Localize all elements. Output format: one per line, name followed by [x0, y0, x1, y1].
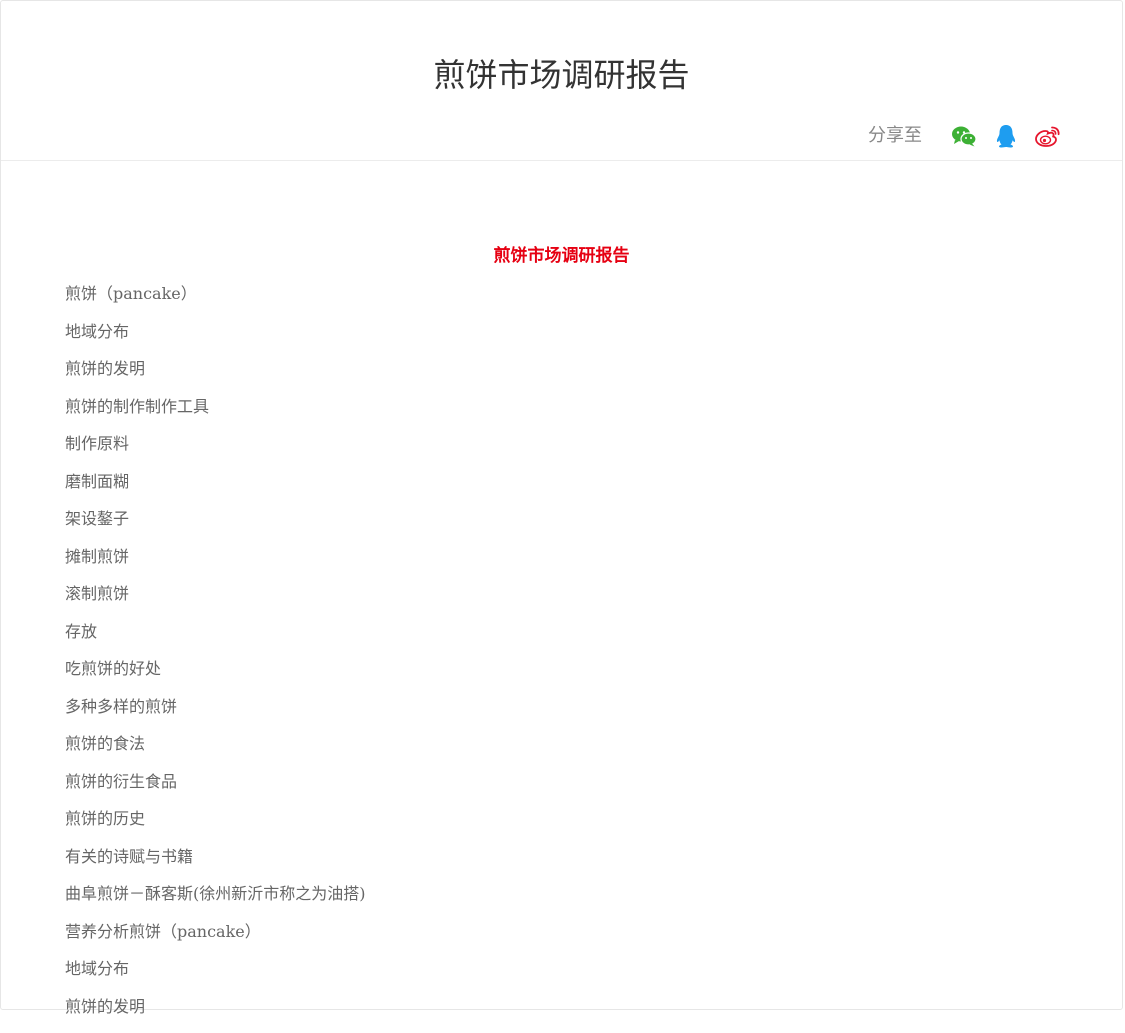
list-item: 煎饼的发明: [65, 358, 366, 396]
list-item: 煎饼的制作制作工具: [65, 396, 366, 434]
list-item: 煎饼（pancake）: [65, 283, 366, 321]
list-item: 有关的诗赋与书籍: [65, 846, 366, 884]
list-item: 地域分布: [65, 958, 366, 996]
list-item: 摊制煎饼: [65, 546, 366, 584]
weibo-share-button[interactable]: [1034, 122, 1062, 150]
table-of-contents: 煎饼（pancake） 地域分布 煎饼的发明 煎饼的制作制作工具 制作原料 磨制…: [65, 283, 366, 1033]
qq-icon: [995, 124, 1017, 148]
share-label: 分享至: [868, 121, 922, 151]
qq-share-button[interactable]: [992, 122, 1020, 150]
list-item: 煎饼的发明: [65, 996, 366, 1033]
weibo-icon: [1035, 125, 1061, 147]
list-item: 磨制面糊: [65, 471, 366, 509]
list-item: 营养分析煎饼（pancake）: [65, 921, 366, 959]
list-item: 架设鏊子: [65, 508, 366, 546]
list-item: 多种多样的煎饼: [65, 696, 366, 734]
wechat-icon: [951, 125, 977, 147]
list-item: 煎饼的食法: [65, 733, 366, 771]
list-item: 地域分布: [65, 321, 366, 359]
list-item: 煎饼的衍生食品: [65, 771, 366, 809]
list-item: 吃煎饼的好处: [65, 658, 366, 696]
list-item: 曲阜煎饼－酥客斯(徐州新沂市称之为油搭): [65, 883, 366, 921]
page-title: 煎饼市场调研报告: [1, 53, 1122, 97]
list-item: 存放: [65, 621, 366, 659]
share-bar: 分享至: [868, 121, 1062, 151]
article-card: 煎饼市场调研报告 分享至: [0, 0, 1123, 1010]
document-title: 煎饼市场调研报告: [1, 245, 1122, 267]
article-header: 煎饼市场调研报告 分享至: [1, 1, 1122, 161]
list-item: 制作原料: [65, 433, 366, 471]
list-item: 煎饼的历史: [65, 808, 366, 846]
wechat-share-button[interactable]: [950, 122, 978, 150]
list-item: 滚制煎饼: [65, 583, 366, 621]
